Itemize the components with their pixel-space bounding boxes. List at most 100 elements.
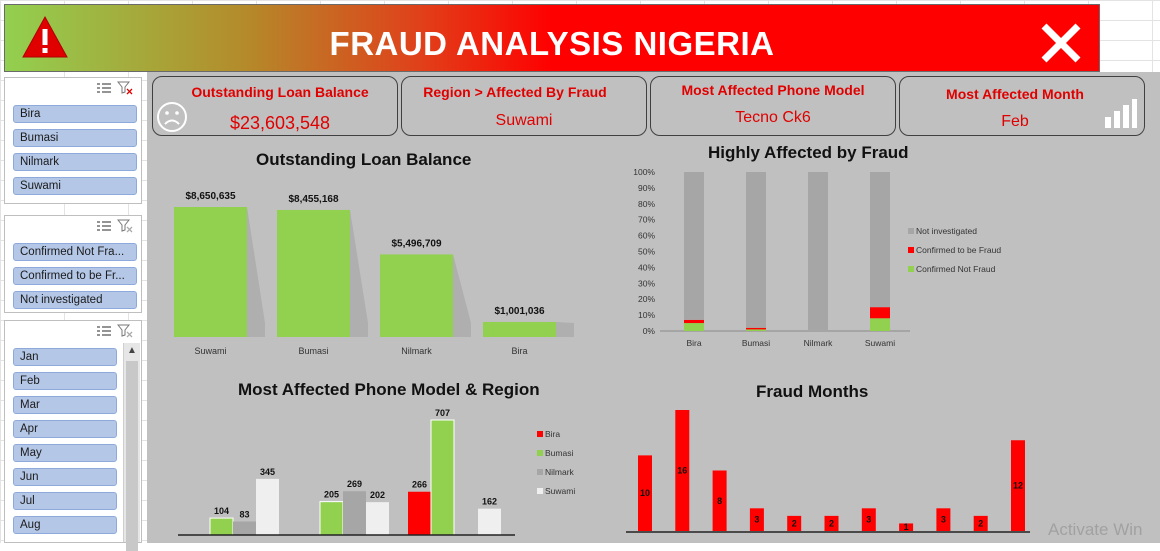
data-label: 202	[370, 490, 385, 500]
multi-select-icon[interactable]	[97, 220, 111, 232]
legend-swatch	[908, 228, 914, 234]
scroll-up-icon[interactable]: ▲	[126, 345, 138, 357]
kpi-title: Outstanding Loan Balance	[191, 84, 369, 100]
phone-chart-title: Most Affected Phone Model & Region	[238, 380, 540, 399]
data-label: 16	[677, 466, 687, 476]
x-tick-label: Nilmark	[804, 338, 834, 348]
multi-select-icon[interactable]	[97, 82, 111, 94]
bar-bumasi	[277, 209, 350, 337]
phone-region-chart: 104 83 345 205 269 202 266 707 162 Bira Bumasi Nilm…	[178, 408, 575, 536]
bar-bira-confirmed-not-fraud	[684, 323, 704, 331]
kpi-month: Most Affected Month Feb	[899, 76, 1145, 136]
bar-chart-icon	[1105, 99, 1137, 128]
legend-swatch	[537, 431, 543, 437]
bar-bumasi-confirmed-to-be-fraud	[746, 327, 766, 330]
bar-bira-confirmed-to-be-fraud	[684, 319, 704, 324]
dashboard-title: FRAUD ANALYSIS NIGERIA	[329, 25, 775, 62]
slicer-item-mar[interactable]: Mar	[13, 396, 117, 414]
bar-group2-nilmark	[343, 491, 366, 535]
slicer-item-suwami[interactable]: Suwami	[13, 177, 137, 195]
clear-filter-icon[interactable]	[117, 219, 133, 233]
loan-chart-title: Outstanding Loan Balance	[256, 150, 472, 169]
slicer-item-bira[interactable]: Bira	[13, 105, 137, 123]
kpi-title: Region > Affected By Fraud	[423, 84, 607, 100]
legend-swatch	[908, 266, 914, 272]
data-label: 205	[324, 490, 339, 500]
x-tick-label: Bira	[511, 346, 527, 356]
slicer-item-jul[interactable]: Jul	[13, 492, 117, 510]
kpi-region: Region > Affected By Fraud Suwami	[401, 76, 647, 136]
slicer-item-confirmed-not-fraud[interactable]: Confirmed Not Fra...	[13, 243, 137, 261]
data-label: 269	[347, 479, 362, 489]
legend-label: Nilmark	[545, 467, 575, 477]
legend-label: Not investigated	[916, 226, 977, 236]
bar-suwami-confirmed-to-be-fraud	[870, 307, 890, 319]
data-label: 3	[754, 515, 759, 525]
slicer-item-may[interactable]: May	[13, 444, 117, 462]
bar-group4-suwami	[478, 508, 501, 535]
y-tick-label: 80%	[638, 199, 655, 209]
scroll-thumb[interactable]	[126, 361, 138, 551]
data-label: 162	[482, 497, 497, 507]
fraud-chart-title: Highly Affected by Fraud	[708, 143, 909, 162]
slicer-item-not-investigated[interactable]: Not investigated	[13, 291, 137, 309]
kpi-phone-model: Most Affected Phone Model Tecno Ck6	[650, 76, 896, 136]
slicer-item-jan[interactable]: Jan	[13, 348, 117, 366]
data-label: 3	[866, 515, 871, 525]
y-tick-label: 30%	[638, 278, 655, 288]
clear-filter-icon[interactable]	[117, 324, 133, 338]
close-x-icon[interactable]	[1039, 21, 1083, 65]
slicer-item-aug[interactable]: Aug	[13, 516, 117, 534]
multi-select-icon[interactable]	[97, 325, 111, 337]
slicer-header	[5, 321, 141, 343]
bar-bumasi-confirmed-not-fraud	[746, 329, 766, 331]
legend-swatch	[537, 488, 543, 494]
data-label: $1,001,036	[494, 306, 544, 317]
data-label: 104	[214, 506, 229, 516]
bar-suwami-confirmed-not-fraud	[870, 318, 890, 331]
data-label: 8	[717, 496, 722, 506]
bar-nilmark	[380, 254, 453, 337]
legend-label: Suwami	[545, 486, 575, 496]
bar-group3-bira	[408, 491, 431, 535]
data-label: 2	[978, 518, 983, 528]
bar-shadow	[247, 207, 265, 337]
data-label: 12	[1013, 481, 1023, 491]
x-tick-label: Bumasi	[298, 346, 328, 356]
slicer-item-jun[interactable]: Jun	[13, 468, 117, 486]
slicer-item-confirmed-fraud[interactable]: Confirmed to be Fr...	[13, 267, 137, 285]
slicer-header	[5, 78, 141, 100]
activate-windows-watermark: Activate Win	[1048, 520, 1143, 539]
region-slicer: Bira Bumasi Nilmark Suwami	[4, 77, 142, 204]
slicer-scrollbar[interactable]: ▲	[123, 343, 140, 551]
kpi-loan-balance: Outstanding Loan Balance $23,603,548	[152, 76, 398, 136]
legend-label: Bumasi	[545, 448, 573, 458]
x-tick-label: Suwami	[865, 338, 895, 348]
bar-group1-nilmark	[233, 521, 256, 535]
bar-suwami-not-investigated	[870, 172, 890, 308]
y-tick-label: 70%	[638, 215, 655, 225]
slicer-item-bumasi[interactable]: Bumasi	[13, 129, 137, 147]
slicer-item-nilmark[interactable]: Nilmark	[13, 153, 137, 171]
data-label: $8,455,168	[288, 194, 338, 205]
kpi-value: Tecno Ck6	[735, 109, 811, 126]
legend-swatch	[537, 469, 543, 475]
bar-group1-suwami	[256, 478, 279, 535]
slicer-item-apr[interactable]: Apr	[13, 420, 117, 438]
clear-filter-icon[interactable]	[117, 81, 133, 95]
data-label: 707	[435, 408, 450, 418]
sad-face-icon	[157, 102, 187, 132]
bar-suwami	[174, 207, 247, 337]
slicer-item-feb[interactable]: Feb	[13, 372, 117, 390]
legend-label: Confirmed to be Fraud	[916, 245, 1001, 255]
legend-swatch	[537, 450, 543, 456]
kpi-value: $23,603,548	[229, 113, 331, 133]
data-label: $8,650,635	[185, 191, 235, 202]
x-tick-label: Nilmark	[401, 346, 432, 356]
bar-group2-suwami	[366, 502, 389, 535]
title-banner: FRAUD ANALYSIS NIGERIA	[4, 4, 1100, 72]
kpi-value: Suwami	[495, 112, 553, 129]
y-tick-label: 0%	[643, 326, 656, 336]
slicer-header	[5, 216, 141, 238]
bar-nilmark-not-investigated	[808, 172, 828, 331]
